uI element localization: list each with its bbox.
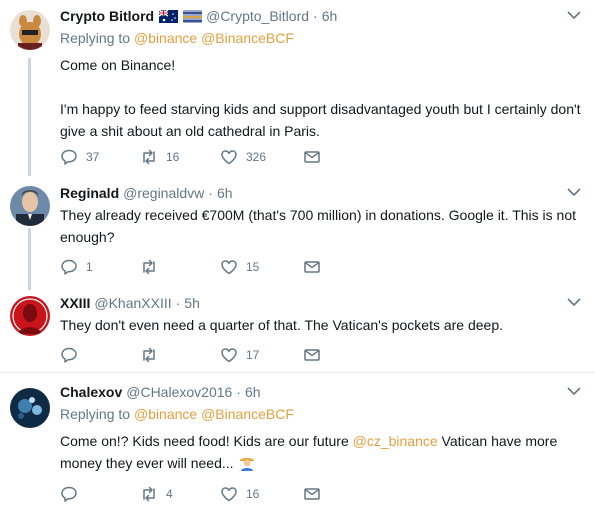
reply-button[interactable]: 37 xyxy=(60,147,99,167)
timestamp[interactable]: 6h xyxy=(322,6,338,26)
retweet-button[interactable]: 16 xyxy=(140,147,179,167)
envelope-icon xyxy=(304,151,320,163)
tweet-text-part: Come on!? Kids need food! Kids are our f… xyxy=(60,433,353,449)
tweet-text: Come on Binance! I'm happy to feed starv… xyxy=(60,54,581,142)
handle[interactable]: @Crypto_Bitlord xyxy=(206,6,309,26)
avatar[interactable] xyxy=(10,10,50,50)
retweet-button[interactable]: 4 xyxy=(140,484,173,504)
dm-button[interactable] xyxy=(303,345,321,365)
tweet-text: Come on!? Kids need food! Kids are our f… xyxy=(60,430,581,474)
heart-icon xyxy=(221,348,237,363)
like-count: 326 xyxy=(246,150,267,164)
tweet-text: They don't even need a quarter of that. … xyxy=(60,317,504,333)
tweet-text-line: I'm happy to feed starving kids and supp… xyxy=(60,101,581,139)
avatar[interactable] xyxy=(10,388,50,428)
tweet-text-line: Come on Binance! xyxy=(60,57,176,73)
farmer-emoji-icon xyxy=(238,453,256,471)
replying-to: Replying to @binance @BinanceBCF xyxy=(60,404,581,424)
mention-link[interactable]: @binance xyxy=(134,30,197,46)
like-button[interactable]: 16 xyxy=(220,484,259,504)
retweet-count: 4 xyxy=(166,487,173,501)
reply-button[interactable]: 1 xyxy=(60,257,93,277)
heart-icon xyxy=(221,487,237,502)
retweet-icon xyxy=(143,259,155,275)
retweet-icon xyxy=(143,347,155,363)
flag-stripes-icon xyxy=(183,9,203,23)
reply-count: 37 xyxy=(86,150,100,164)
like-count: 16 xyxy=(246,487,260,501)
australia-flag-icon xyxy=(159,9,179,23)
display-name[interactable]: XXIII xyxy=(60,293,90,313)
reply-icon xyxy=(61,259,77,275)
heart-icon xyxy=(221,260,237,275)
separator-dot: · xyxy=(175,295,181,311)
handle[interactable]: @CHalexov2016 xyxy=(126,382,232,402)
tweet-text: They already received €700M (that's 700 … xyxy=(60,207,577,245)
timestamp[interactable]: 6h xyxy=(217,183,233,203)
handle[interactable]: @KhanXXIII xyxy=(94,293,171,313)
separator-dot: · xyxy=(236,384,241,400)
chevron-down-icon[interactable] xyxy=(567,10,581,20)
retweet-button[interactable] xyxy=(140,257,166,277)
avatar[interactable] xyxy=(10,186,50,226)
timestamp[interactable]: 6h xyxy=(245,382,261,402)
avatar[interactable] xyxy=(10,296,50,336)
reply-count: 1 xyxy=(86,260,93,274)
reply-icon xyxy=(61,149,77,165)
dm-button[interactable] xyxy=(303,484,321,504)
thread-line xyxy=(28,228,31,290)
retweet-icon xyxy=(143,486,155,502)
chevron-down-icon[interactable] xyxy=(567,386,581,396)
envelope-icon xyxy=(304,488,320,500)
like-button[interactable]: 17 xyxy=(220,345,259,365)
replying-to: Replying to @binance @BinanceBCF xyxy=(60,28,581,48)
dm-button[interactable] xyxy=(303,257,321,277)
chevron-down-icon[interactable] xyxy=(567,187,581,197)
like-count: 15 xyxy=(246,260,260,274)
mention-link[interactable]: @cz_binance xyxy=(353,433,438,449)
mention-link[interactable]: @binance xyxy=(134,406,197,422)
replying-label: Replying to xyxy=(60,30,131,46)
replying-label: Replying to xyxy=(60,406,131,422)
heart-icon xyxy=(221,150,237,165)
divider xyxy=(0,372,595,373)
mention-link[interactable]: @BinanceBCF xyxy=(201,30,294,46)
timestamp[interactable]: 5h xyxy=(184,293,200,313)
display-name[interactable]: Reginald xyxy=(60,183,119,203)
retweet-button[interactable] xyxy=(140,345,166,365)
chevron-down-icon[interactable] xyxy=(567,297,581,307)
reply-button[interactable] xyxy=(60,345,86,365)
mention-link[interactable]: @BinanceBCF xyxy=(201,406,294,422)
separator-dot: · xyxy=(208,185,213,201)
like-count: 17 xyxy=(246,348,260,362)
reply-button[interactable] xyxy=(60,484,86,504)
envelope-icon xyxy=(304,261,320,273)
separator-dot: · xyxy=(313,8,318,24)
retweet-icon xyxy=(143,149,155,165)
like-button[interactable]: 15 xyxy=(220,257,259,277)
like-button[interactable]: 326 xyxy=(220,147,266,167)
reply-icon xyxy=(61,347,77,363)
display-name[interactable]: Crypto Bitlord xyxy=(60,6,154,26)
thread-line xyxy=(28,58,31,176)
handle[interactable]: @reginaldvw xyxy=(123,183,204,203)
envelope-icon xyxy=(304,349,320,361)
display-name[interactable]: Chalexov xyxy=(60,382,122,402)
retweet-count: 16 xyxy=(166,150,180,164)
reply-icon xyxy=(61,486,77,502)
dm-button[interactable] xyxy=(303,147,321,167)
